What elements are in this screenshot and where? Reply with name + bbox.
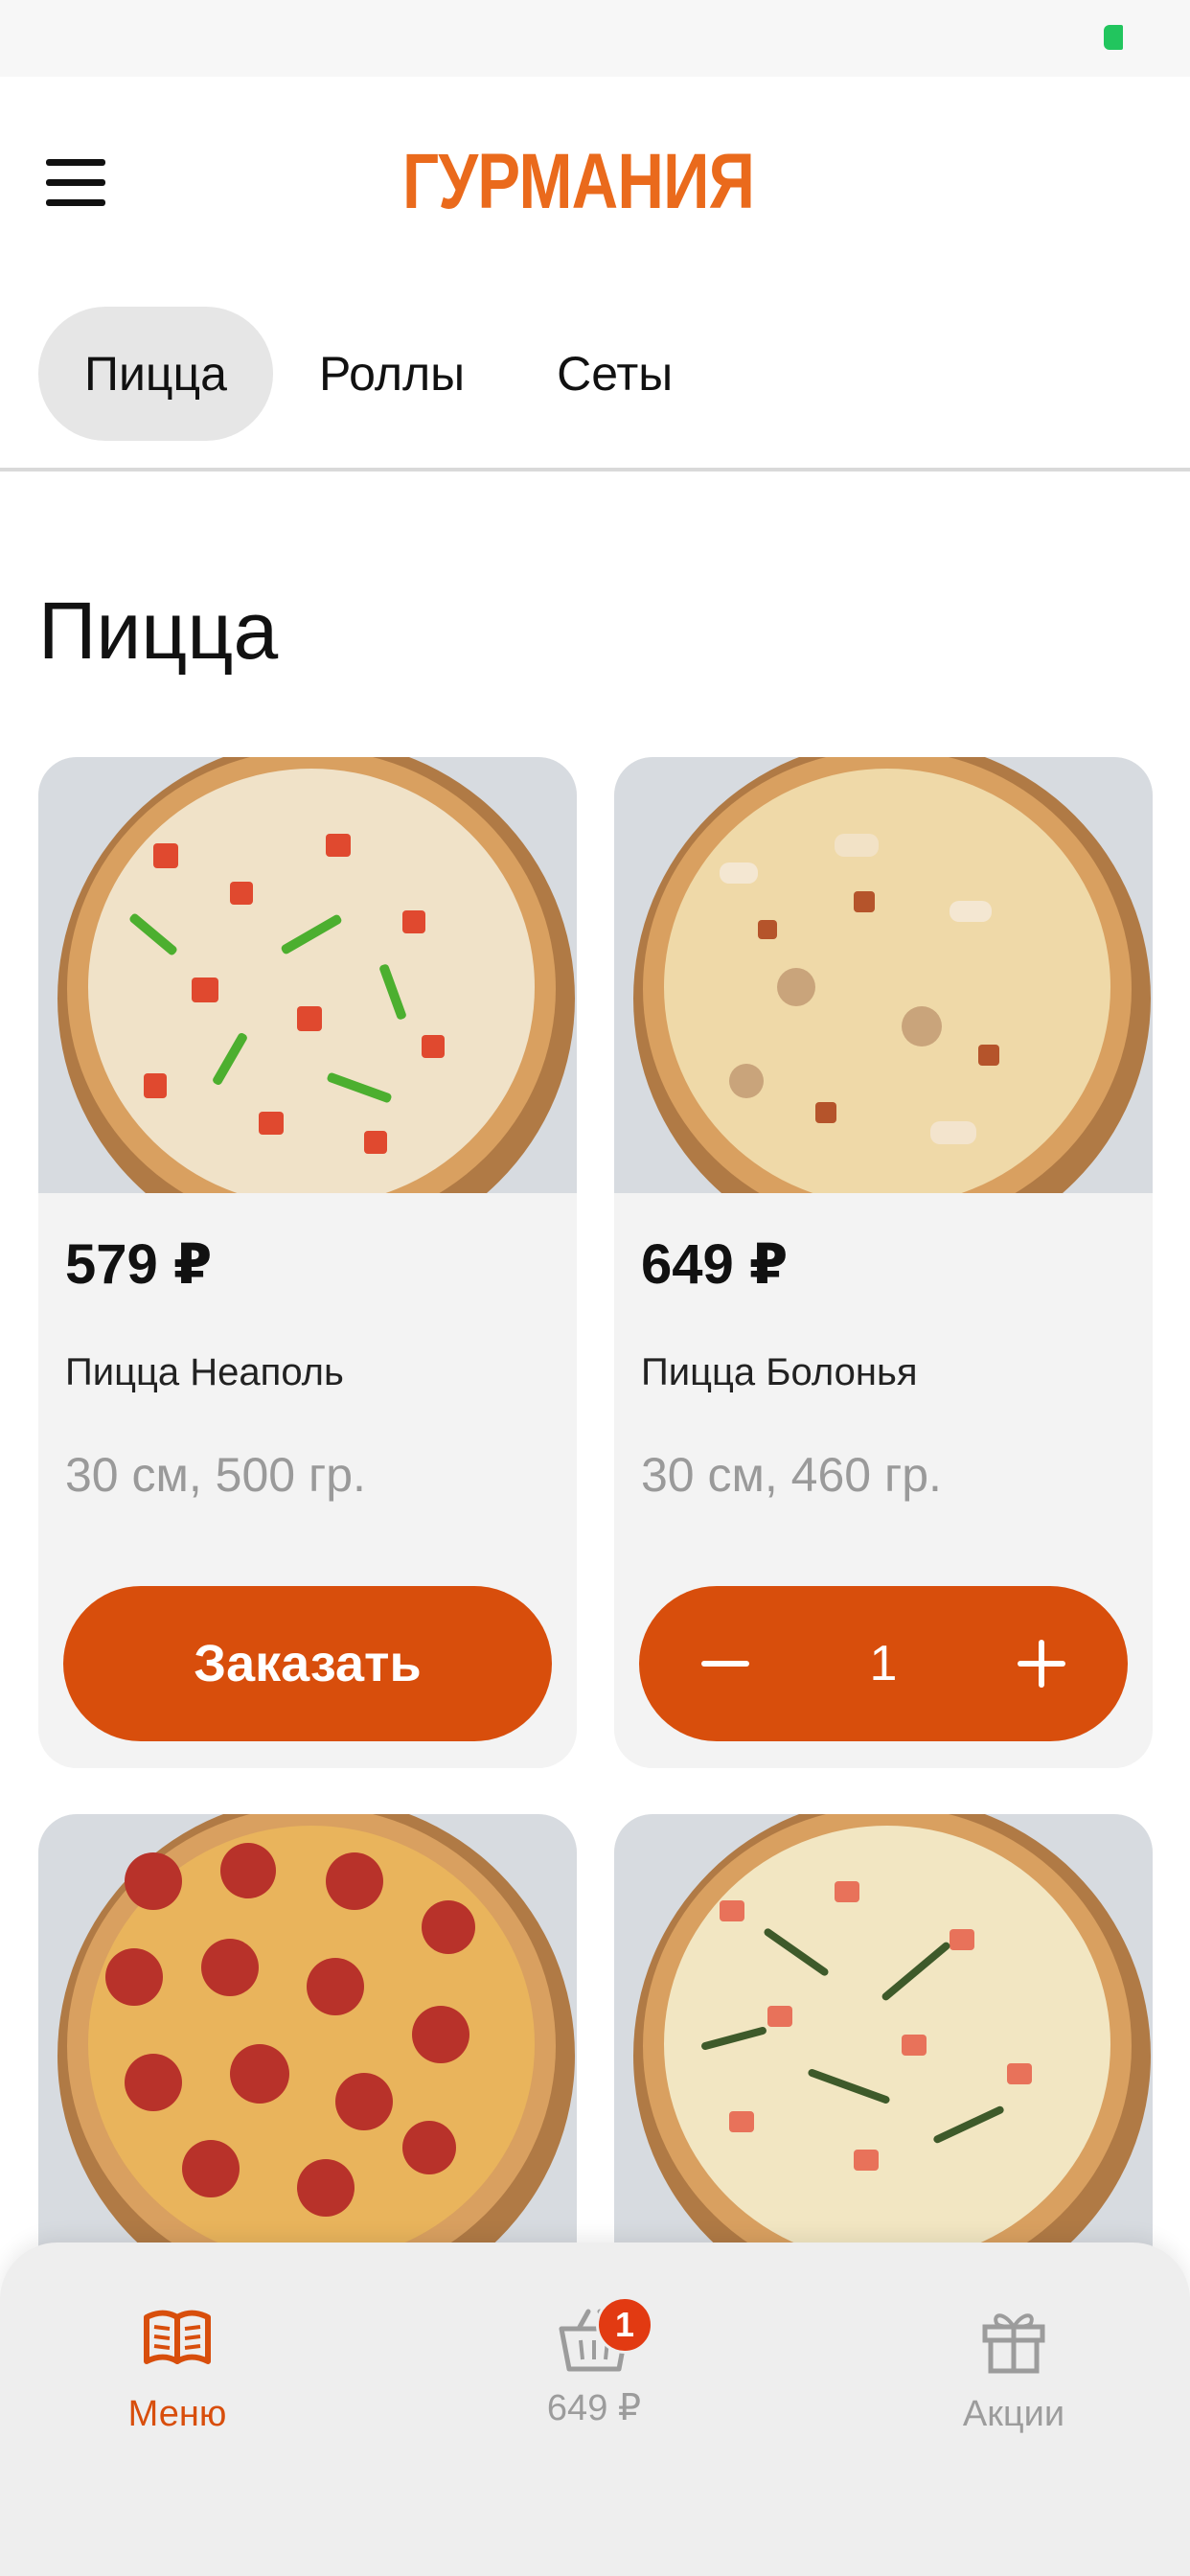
quantity-value: 1 (869, 1636, 898, 1691)
tabs-divider (0, 468, 1190, 472)
hamburger-menu-icon[interactable] (46, 159, 105, 207)
open-book-icon (144, 2310, 211, 2364)
section-title: Пицца (38, 586, 279, 676)
product-weight: 30 см, 460 гр. (641, 1448, 942, 1502)
brand-name: ГУРМАНИЯ (402, 138, 755, 225)
product-weight: 30 см, 500 гр. (65, 1448, 366, 1502)
product-image[interactable] (38, 1814, 577, 2250)
app-header: ГУРМАНИЯ (0, 77, 1190, 297)
bottom-navigation: Меню 1 649 ₽ Акции (0, 2242, 1190, 2576)
plus-icon[interactable] (1013, 1635, 1070, 1692)
product-name: Пицца Болонья (641, 1351, 918, 1393)
nav-menu-label: Меню (127, 2394, 227, 2434)
nav-cart[interactable]: 1 649 ₽ (450, 2296, 738, 2429)
product-card-napoli[interactable]: 579 ₽ Пицца Неаполь 30 см, 500 гр. Заказ… (38, 757, 577, 1768)
product-card-bolognese[interactable]: 649 ₽ Пицца Болонья 30 см, 460 гр. 1 (614, 757, 1153, 1768)
tab-pizza[interactable]: Пицца (38, 307, 273, 441)
tab-sets[interactable]: Сеты (511, 307, 719, 441)
product-image[interactable] (614, 1814, 1153, 2250)
product-card[interactable] (38, 1814, 577, 2312)
product-price: 579 ₽ (65, 1233, 213, 1296)
nav-promotions-label: Акции (962, 2394, 1065, 2434)
nav-cart-label: 649 ₽ (546, 2388, 642, 2428)
nav-promotions[interactable]: Акции (870, 2300, 1157, 2435)
product-card[interactable] (614, 1814, 1153, 2312)
brand-logo[interactable]: ГУРМАНИЯ (395, 134, 797, 230)
gift-icon (982, 2313, 1045, 2374)
cart-count-badge: 1 (596, 2296, 653, 2354)
quantity-stepper: 1 (639, 1586, 1128, 1741)
battery-icon (1104, 25, 1123, 50)
product-image[interactable] (614, 757, 1153, 1193)
product-name: Пицца Неаполь (65, 1351, 344, 1393)
tab-rolls[interactable]: Роллы (273, 307, 511, 441)
order-button[interactable]: Заказать (63, 1586, 552, 1741)
product-image[interactable] (38, 757, 577, 1193)
product-price: 649 ₽ (641, 1233, 789, 1296)
nav-menu[interactable]: Меню (34, 2300, 321, 2435)
category-tabs: Пицца Роллы Сеты (38, 307, 719, 441)
status-bar (0, 0, 1190, 77)
minus-icon[interactable] (697, 1635, 754, 1692)
